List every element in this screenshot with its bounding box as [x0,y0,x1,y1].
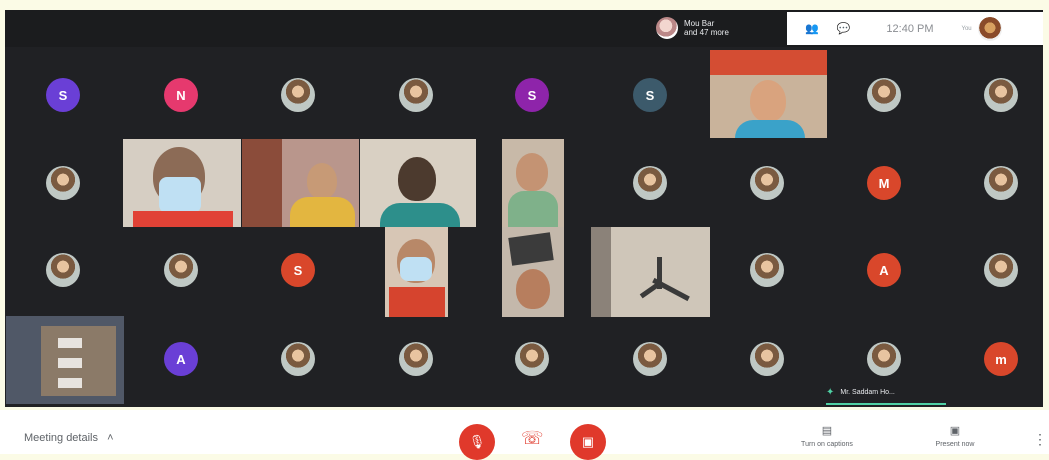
participant-avatar[interactable]: N [164,78,198,112]
participant-avatar[interactable] [281,342,315,376]
participant-avatar[interactable] [281,78,315,112]
participant-avatar[interactable] [399,342,433,376]
self-label: You [961,25,972,32]
participant-avatar[interactable] [399,78,433,112]
present-icon: ▣ [949,425,961,437]
participants-icon[interactable]: 👥 [805,22,819,35]
phone-hangup-icon: ☏ [521,428,544,448]
participant-avatar[interactable] [867,78,901,112]
participant-avatar[interactable] [633,166,667,200]
participant-avatar[interactable]: S [515,78,549,112]
mic-off-icon: 🎙 [468,434,486,449]
participant-avatar[interactable] [46,253,80,287]
video-tile[interactable] [385,227,448,317]
participant-avatar[interactable] [984,78,1018,112]
more-options-icon[interactable]: ⋮ [1033,431,1047,448]
video-tile[interactable] [123,139,241,227]
participant-avatar[interactable] [515,342,549,376]
speaking-icon: ✦ [826,386,835,398]
present-now-button[interactable]: ▣ Present now [925,424,985,448]
clock: 12:40 PM [886,22,934,35]
presenter-chip[interactable]: Mou Bar and 47 more [656,14,786,42]
video-tile[interactable] [591,227,710,317]
video-tile[interactable] [6,316,124,404]
participant-avatar[interactable] [867,342,901,376]
chat-icon[interactable]: 💬 [837,22,851,35]
participant-avatar[interactable]: A [867,253,901,287]
captions-icon: ▤ [821,425,833,437]
participant-avatar[interactable]: M [867,166,901,200]
captions-button[interactable]: ▤ Turn on captions [794,424,860,448]
participant-avatar[interactable] [750,342,784,376]
participant-avatar[interactable] [633,342,667,376]
meeting-toolbar: 👥 💬 12:40 PM You [787,12,1043,45]
participant-avatar[interactable] [750,166,784,200]
microphone-toggle[interactable]: 🎙 [459,424,495,460]
participant-avatar[interactable]: S [633,78,667,112]
video-tile[interactable] [360,139,476,227]
self-avatar[interactable] [977,16,1002,41]
presenter-text: Mou Bar and 47 more [684,19,729,37]
meeting-details-button[interactable]: Meeting details ˄ [24,432,114,444]
participant-avatar[interactable] [984,253,1018,287]
chevron-up-icon: ˄ [107,432,114,444]
leave-call-button[interactable]: ☏ [521,428,544,449]
participant-avatar[interactable]: A [164,342,198,376]
video-tile[interactable] [502,139,564,227]
meet-screen: Mou Bar and 47 more 👥 💬 12:40 PM You S N… [0,0,1049,460]
camera-off-icon: ▣ [581,434,595,449]
camera-toggle[interactable]: ▣ [570,424,606,460]
active-speaker-label: ✦ Mr. Saddam Ho... [826,381,946,405]
video-tile[interactable] [242,139,359,227]
participant-avatar[interactable] [164,253,198,287]
video-tile[interactable] [502,227,564,317]
participant-avatar[interactable] [984,166,1018,200]
participant-avatar[interactable]: m [984,342,1018,376]
presenter-avatar [656,17,678,39]
participant-avatar[interactable] [750,253,784,287]
participant-avatar[interactable]: S [281,253,315,287]
participant-avatar[interactable]: S [46,78,80,112]
participant-avatar[interactable] [46,166,80,200]
video-tile[interactable] [710,50,827,138]
